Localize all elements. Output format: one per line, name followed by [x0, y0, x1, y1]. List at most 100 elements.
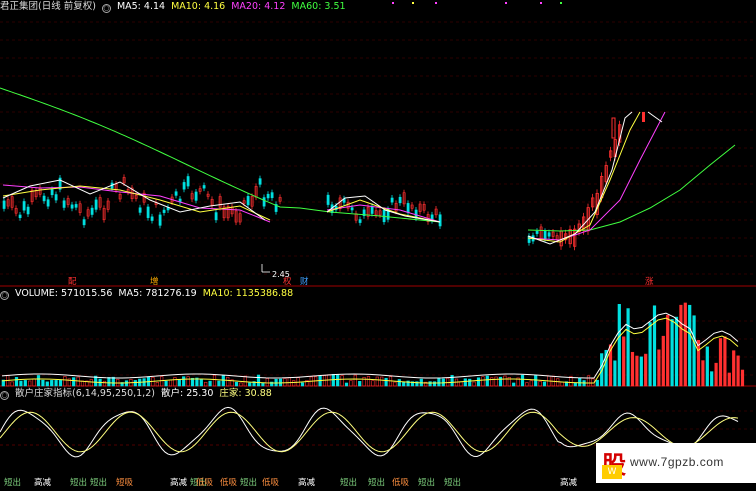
settings-circle-icon[interactable]: ○ [101, 4, 111, 13]
candle-body [350, 207, 354, 211]
candle-body [174, 191, 178, 196]
signal-label: 低吸 [196, 477, 214, 487]
candle-body [46, 199, 50, 207]
candle-body [138, 207, 142, 213]
volume-bar [208, 380, 212, 387]
event-mark: 配 [68, 277, 77, 287]
candle-body [258, 178, 262, 185]
candle-body [438, 214, 442, 227]
signal-label: 低吸 [220, 477, 238, 487]
signal-label: 短出 [418, 477, 435, 487]
ma5-line [647, 111, 663, 123]
volume-bar [670, 319, 674, 387]
volume-label: VOLUME: 571015.56 [15, 288, 113, 299]
volume-bar [173, 377, 177, 387]
volume-bar [428, 381, 432, 387]
candle-body [326, 194, 330, 205]
volume-bar [498, 376, 503, 387]
stock-chart[interactable]: 2.45 配增权财涨短出 高减 短出 短出 短吸 高减 短出 低吸 低吸 短出 低吸 高减 短出 短出 低吸短… [0, 0, 756, 488]
candle-body [194, 191, 198, 201]
volume-bar [199, 379, 203, 387]
volume-bar [23, 380, 27, 387]
signal-label: 短出 [90, 477, 107, 487]
volume-bar [639, 356, 643, 387]
volume-bar [102, 380, 107, 387]
volume-bar [560, 381, 564, 387]
volume-ma5-label: MA5: 781276.19 [118, 288, 197, 299]
event-mark: 涨 [645, 276, 654, 287]
candle-body [182, 182, 186, 190]
volume-bar [133, 380, 137, 387]
volume-bar [723, 336, 727, 387]
volume-bar [586, 375, 591, 387]
indicator-header: ○ 散户庄家指标(6,14,95,250,1,2) 散户: 25.30 庄家: 30.… [0, 387, 278, 401]
signal-label: 短出 [240, 477, 257, 487]
volume-bar [160, 376, 164, 387]
volume-bar [432, 381, 437, 387]
volume-bar [322, 375, 327, 387]
volume-bar [186, 376, 190, 387]
volume-bar [481, 376, 485, 387]
volume-bar [529, 380, 533, 387]
volume-bar [666, 314, 670, 387]
volume-bar [437, 377, 441, 387]
ma20-line [527, 111, 666, 241]
header-mark [560, 2, 562, 4]
volume-bar [648, 322, 652, 387]
volume-bar [45, 381, 49, 387]
volume-bar [512, 382, 516, 387]
volume-header: ○ VOLUME: 571015.56 MA5: 781276.19 MA10: 11… [0, 287, 299, 301]
volume-bar [226, 376, 230, 387]
header-mark [505, 2, 507, 4]
volume-bar [349, 380, 353, 387]
volume-bar [261, 382, 265, 387]
signal-label: 短出 [444, 477, 461, 487]
volume-bar [14, 377, 19, 387]
volume-bar [371, 380, 375, 387]
volume-bar [300, 382, 305, 387]
volume-bar [292, 380, 296, 387]
volume-bar [714, 362, 718, 387]
volume-bar [89, 379, 93, 387]
volume-bar [520, 374, 525, 387]
ma60-label: MA60: 3.51 [291, 1, 346, 12]
candle-body [62, 200, 66, 208]
volume-bar [393, 381, 397, 387]
volume-bar [657, 349, 661, 387]
volume-bar [727, 372, 731, 387]
chart-canvas[interactable]: 2.45配增权财涨短出 高减 短出 短出 短吸 高减 短出低吸 低吸 短出 低吸 高减 短出 短出 低吸短… [0, 0, 756, 488]
volume-bar [182, 376, 186, 387]
volume-bar [50, 380, 54, 387]
volume-bar [384, 377, 388, 387]
volume-bar [76, 376, 80, 387]
volume-bar [375, 376, 379, 387]
volume-bar [212, 374, 217, 387]
volume-bar [688, 304, 692, 387]
volume-bar [217, 380, 221, 387]
volume-bar [578, 377, 582, 387]
volume-circle-icon[interactable]: ○ [0, 291, 9, 300]
volume-bar [661, 335, 665, 387]
candle-body [370, 205, 374, 214]
volume-bar [36, 375, 41, 387]
ma10-line [527, 111, 641, 243]
candle-body [547, 232, 551, 237]
ma10-label: MA10: 4.16 [171, 1, 226, 12]
indicator-circle-icon[interactable]: ○ [0, 391, 9, 400]
volume-bar [630, 351, 635, 387]
candle-body [94, 199, 98, 210]
candle-body [150, 216, 154, 221]
volume-bar [358, 381, 362, 387]
candle-body [406, 203, 410, 213]
candle-body [611, 117, 616, 139]
candle-body [390, 197, 394, 203]
candle-body [246, 196, 250, 206]
volume-bar [234, 381, 239, 387]
volume-bar [674, 316, 679, 387]
candle-body [2, 200, 6, 209]
candle-body [642, 112, 645, 122]
volume-bar [397, 379, 401, 387]
signal-label: 高减 [298, 477, 316, 487]
candle-body [202, 185, 206, 189]
main-header: 君正集团(日线 前复权) ○ MA5: 4.14 MA10: 4.16 MA20: 4.… [0, 0, 352, 14]
